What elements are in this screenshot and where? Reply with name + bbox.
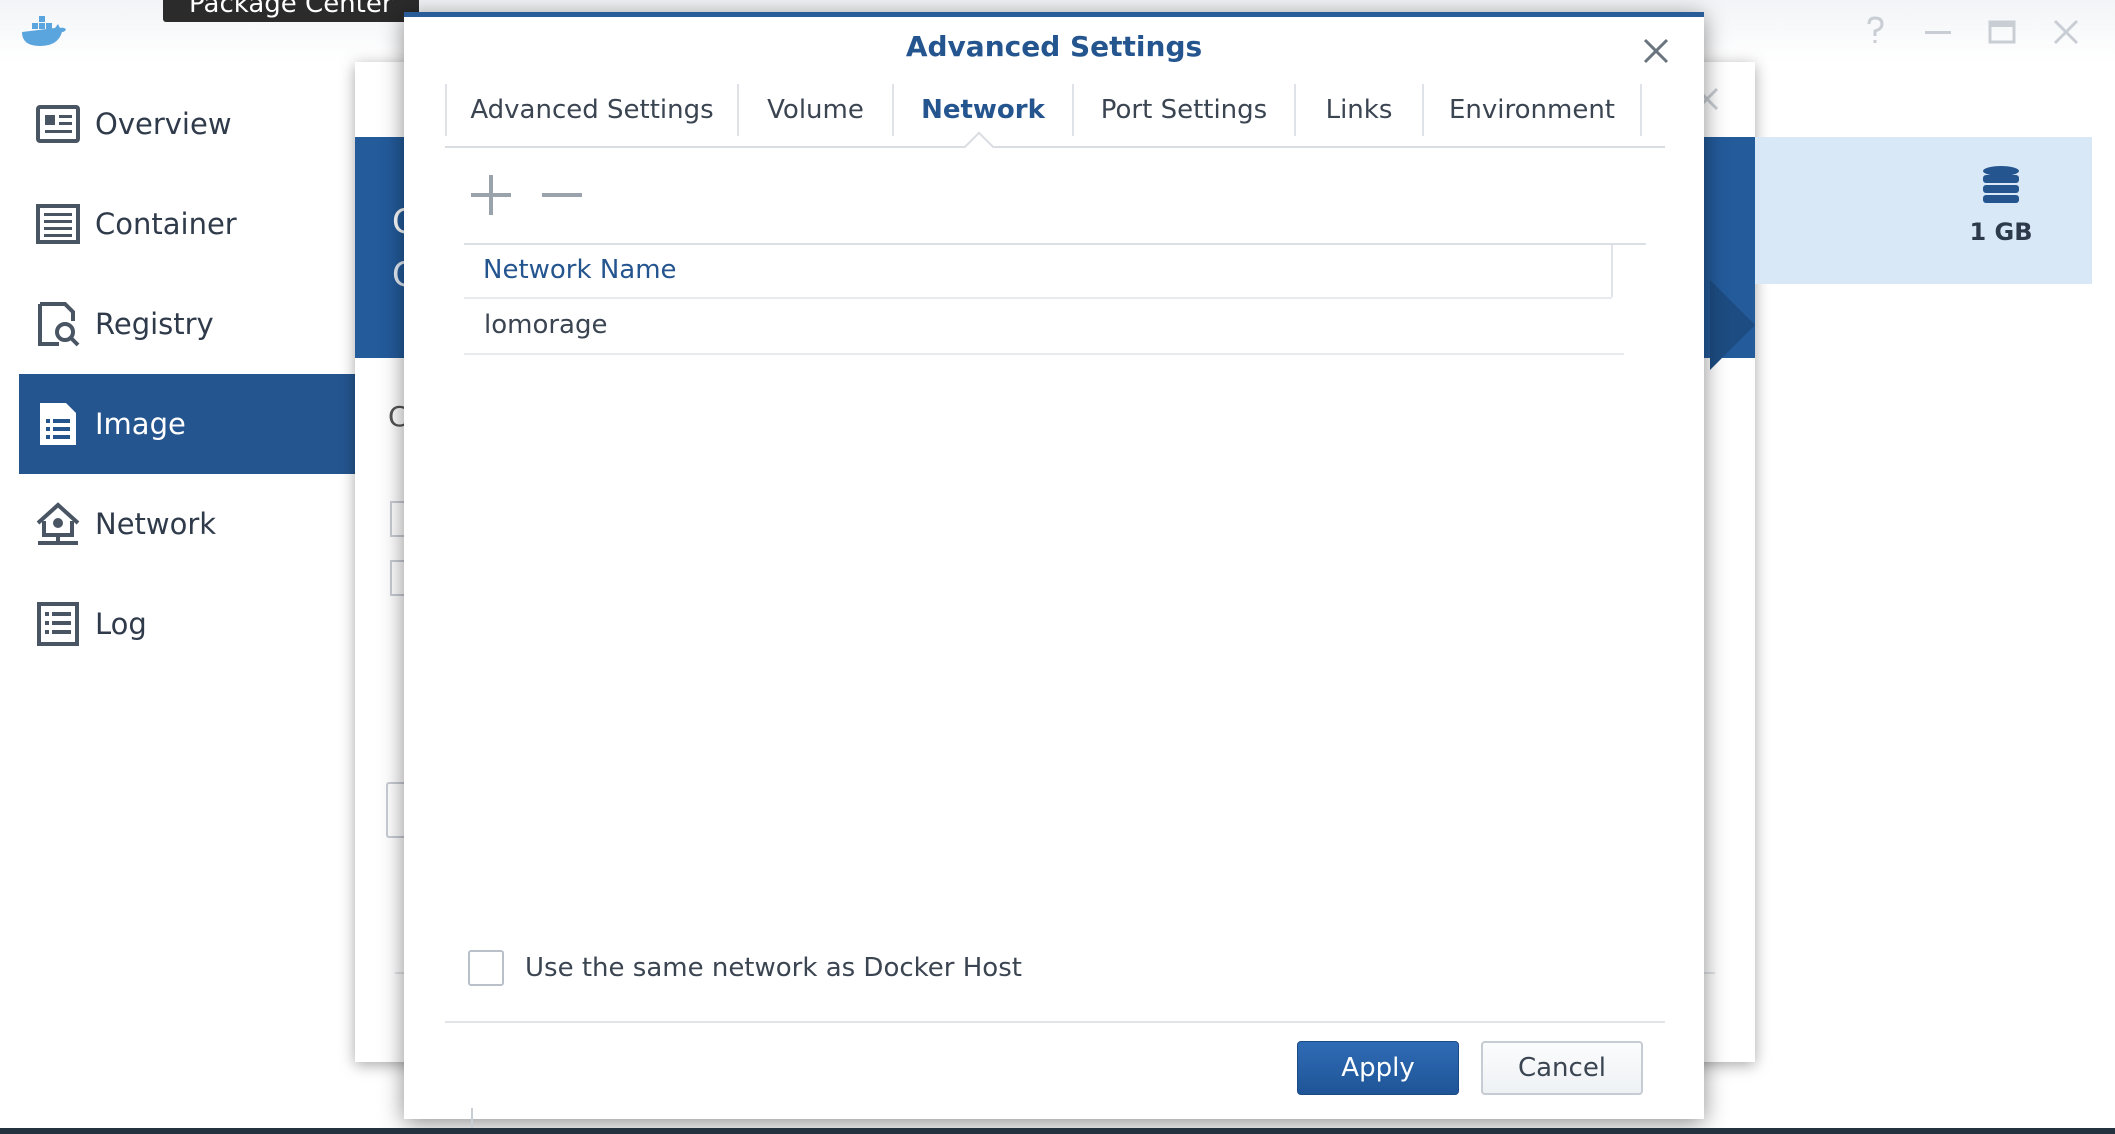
sidebar-item-label: Network — [95, 507, 217, 541]
network-name-cell: lomorage — [484, 310, 608, 340]
network-icon — [36, 502, 80, 545]
add-icon[interactable] — [466, 170, 516, 220]
sidebar-item-label: Image — [95, 407, 186, 441]
registry-icon — [38, 302, 80, 347]
dialog-title: Advanced Settings — [905, 30, 1203, 63]
column-separator — [1611, 245, 1613, 297]
apply-button[interactable]: Apply — [1297, 1041, 1459, 1095]
maximize-icon[interactable] — [1984, 14, 2020, 50]
tab-volume[interactable]: Volume — [737, 84, 892, 136]
sidebar-item-image[interactable]: Image — [19, 374, 355, 474]
overview-icon — [36, 105, 80, 143]
footer-divider — [445, 1021, 1665, 1023]
taskbar — [0, 1128, 2115, 1134]
container-icon — [36, 204, 80, 244]
log-icon — [37, 602, 79, 646]
close-window-icon[interactable] — [2048, 14, 2084, 50]
help-icon[interactable] — [1857, 14, 1893, 50]
sidebar-item-overview[interactable]: Overview — [19, 74, 355, 174]
sidebar-item-label: Overview — [95, 107, 232, 141]
storage-size: 1 GB — [1969, 218, 2033, 246]
database-icon — [1983, 166, 2019, 203]
sidebar-item-label: Log — [95, 607, 147, 641]
tab-advanced-settings[interactable]: Advanced Settings — [445, 84, 737, 136]
storage-panel — [1755, 137, 2092, 284]
tooltip: Package Center — [163, 0, 419, 22]
same-network-label[interactable]: Use the same network as Docker Host — [525, 953, 1022, 983]
sidebar-item-network[interactable]: Network — [19, 474, 355, 574]
banner-arrow — [1710, 280, 1755, 370]
tab-port-settings[interactable]: Port Settings — [1072, 84, 1294, 136]
tab-network[interactable]: Network — [892, 84, 1072, 136]
table-row[interactable] — [464, 299, 1624, 355]
image-icon — [40, 403, 76, 445]
sidebar-item-label: Registry — [95, 307, 214, 341]
remove-icon[interactable] — [537, 170, 587, 220]
tab-environment[interactable]: Environment — [1422, 84, 1642, 136]
close-icon[interactable] — [1641, 36, 1671, 66]
same-network-checkbox[interactable] — [468, 950, 504, 986]
sidebar-item-label: Container — [95, 207, 237, 241]
docker-whale-icon — [22, 16, 66, 46]
sidebar-item-container[interactable]: Container — [19, 174, 355, 274]
column-header-network-name[interactable]: Network Name — [483, 255, 677, 285]
sidebar-item-registry[interactable]: Registry — [19, 274, 355, 374]
sidebar-item-log[interactable]: Log — [19, 574, 355, 674]
minimize-icon[interactable] — [1920, 14, 1956, 50]
cancel-button[interactable]: Cancel — [1481, 1041, 1643, 1095]
tab-links[interactable]: Links — [1294, 84, 1422, 136]
background-button[interactable] — [386, 782, 404, 838]
